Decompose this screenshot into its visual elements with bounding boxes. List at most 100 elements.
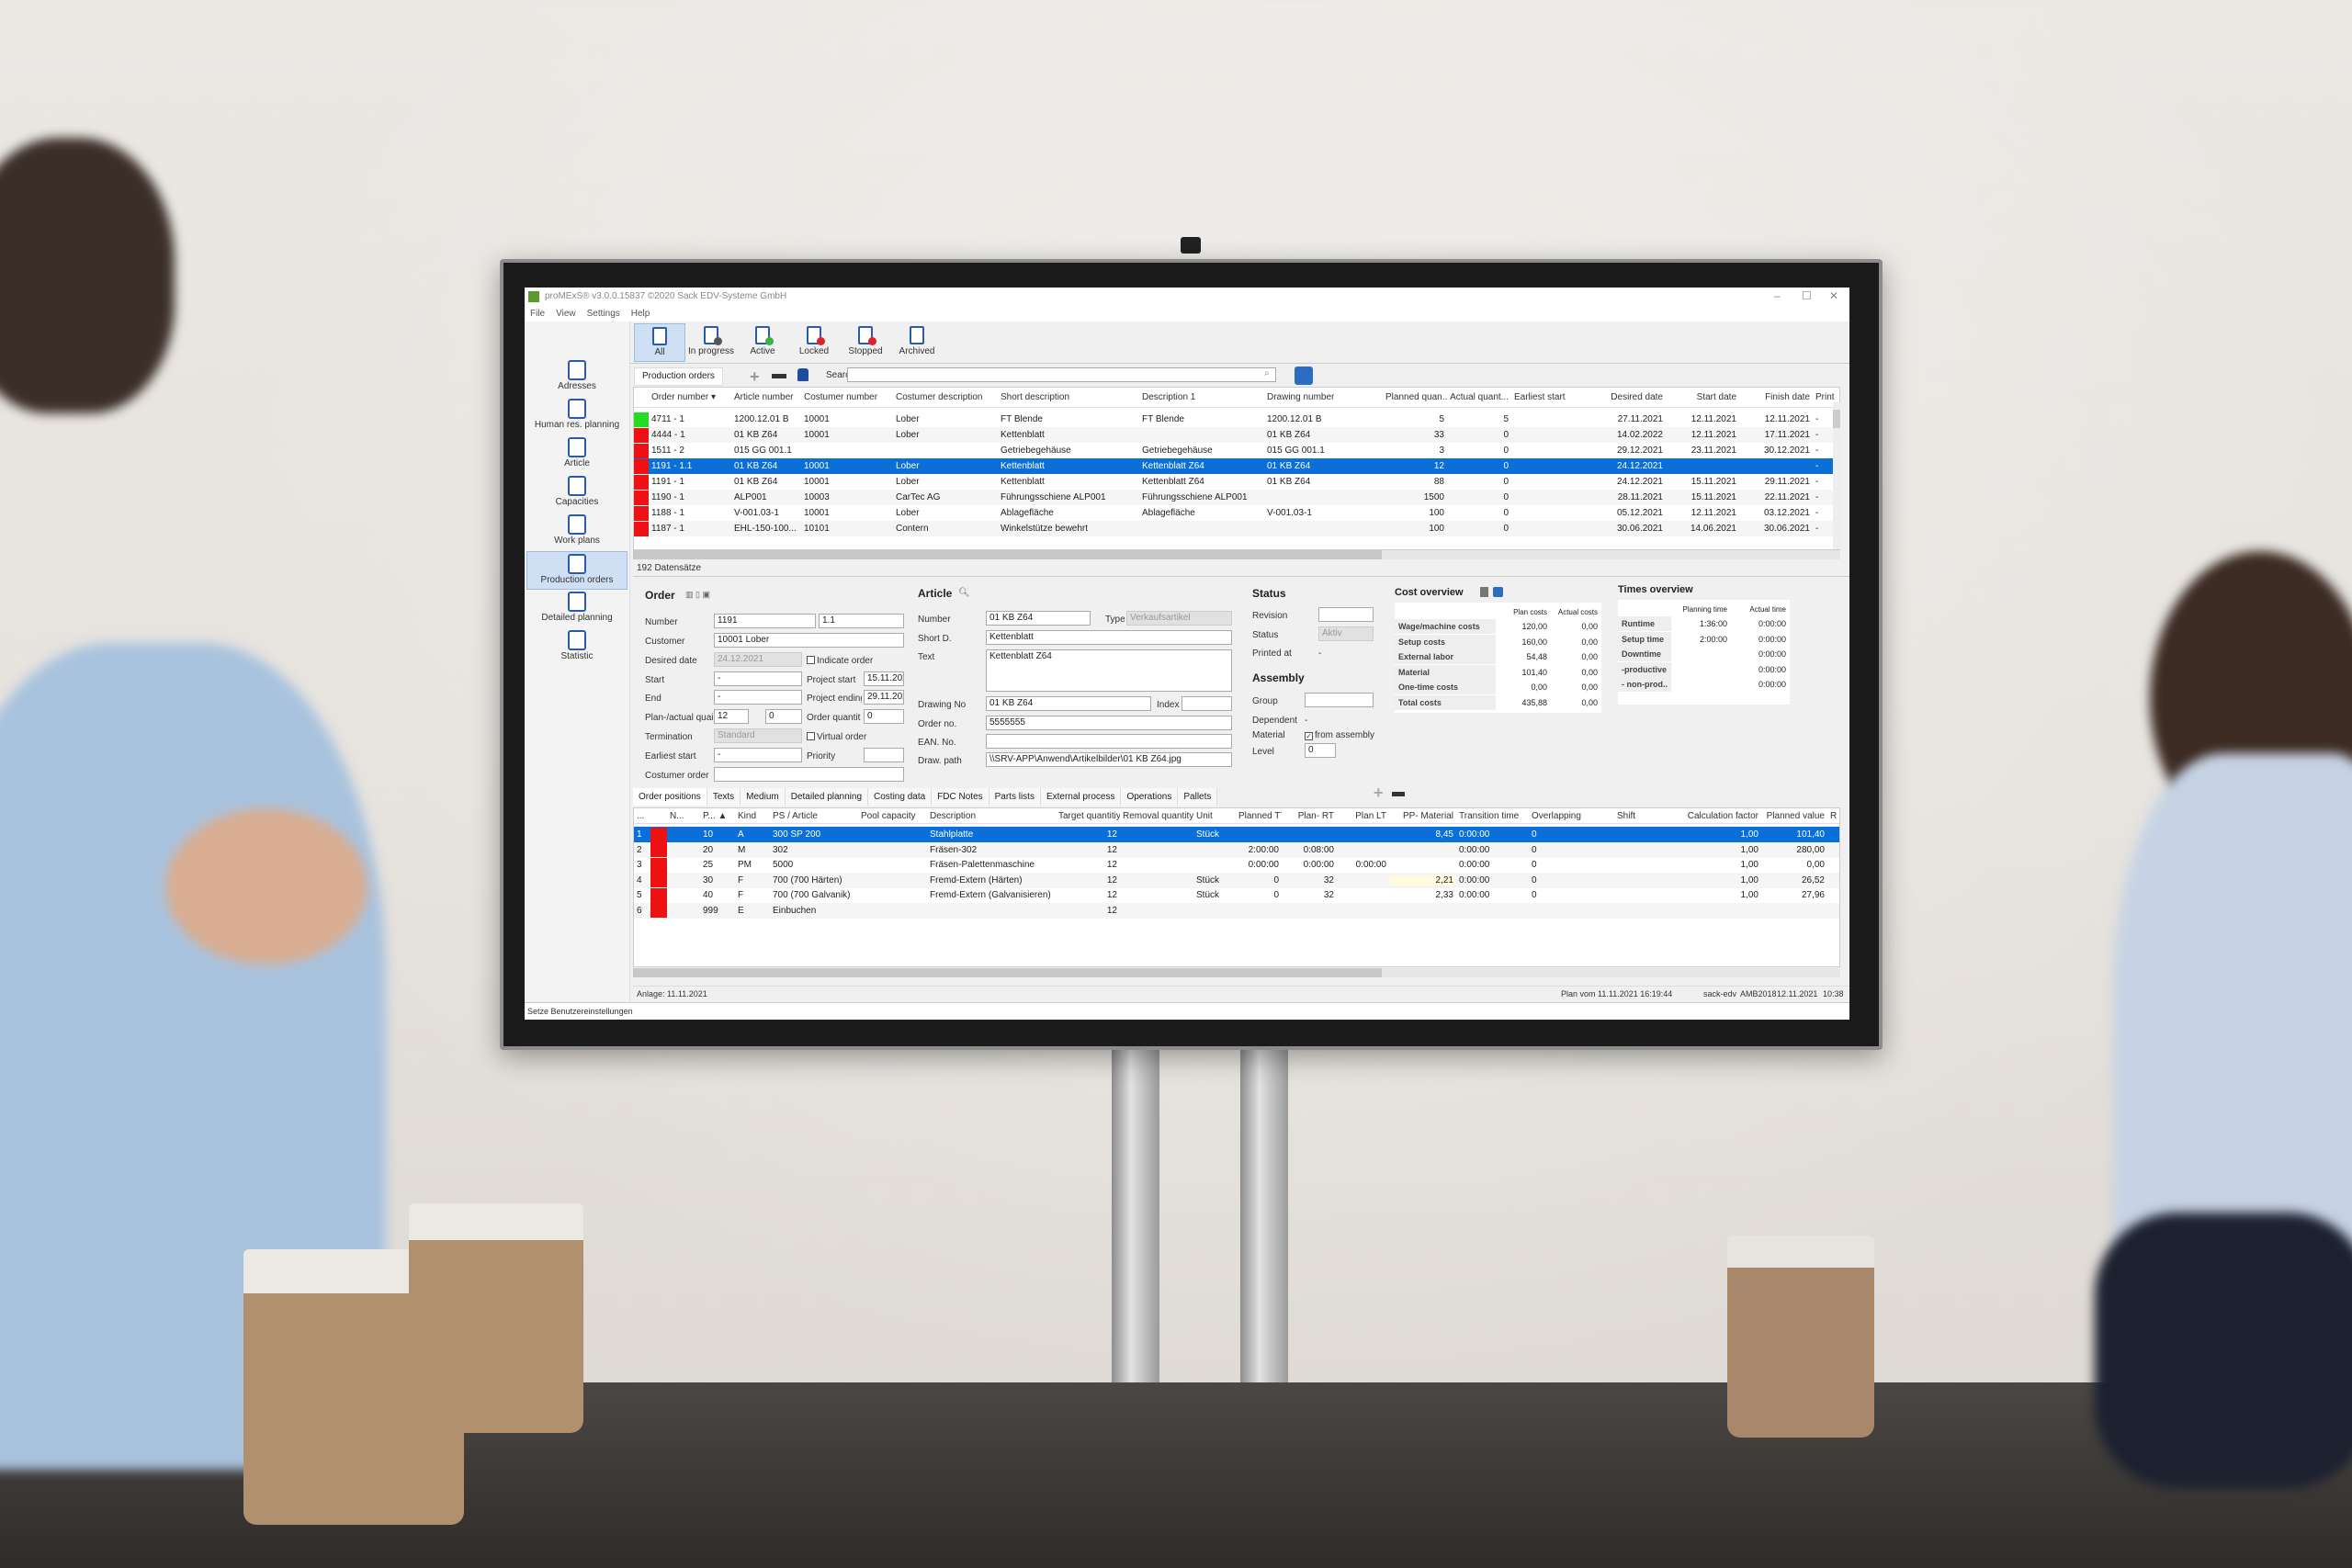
orders-horizontal-scrollbar[interactable] <box>633 550 1840 559</box>
draw-path-field[interactable]: \\SRV-APP\Anwend\Artikelbilder\01 KB Z64… <box>986 752 1232 767</box>
column-header[interactable]: Shift <box>1614 811 1669 821</box>
column-header[interactable]: Start date <box>1666 392 1739 402</box>
filter-in-progress[interactable]: In progress <box>685 323 737 362</box>
customer-field[interactable]: 10001 Lober <box>714 633 904 648</box>
plan-quantity-field[interactable]: 12 <box>714 709 749 724</box>
column-header[interactable]: Costumer number <box>801 392 893 402</box>
table-row[interactable]: 1190 - 1 ALP001 10003 CarTec AG Führungsschi… <box>634 490 1834 505</box>
column-header[interactable]: N... <box>667 811 700 821</box>
maximize-button[interactable]: ☐ <box>1802 289 1812 302</box>
filter-archived[interactable]: Archived <box>891 323 943 362</box>
table-row[interactable]: 1191 - 1.1 01 KB Z64 10001 Lober Kettenblatt… <box>634 458 1834 474</box>
status-select[interactable]: Aktiv <box>1318 626 1374 641</box>
table-row[interactable]: 1188 - 1 V-001.03-1 10001 Lober Ablagefläche… <box>634 505 1834 521</box>
menu-help[interactable]: Help <box>631 309 650 319</box>
column-header[interactable]: Article number <box>731 392 801 402</box>
tab-fdc-notes[interactable]: FDC Notes <box>932 788 989 806</box>
tab-order-positions[interactable]: Order positions <box>633 788 707 806</box>
sidebar-item-adresses[interactable]: Adresses <box>526 358 628 397</box>
column-header[interactable]: Planned value <box>1761 811 1827 821</box>
column-header[interactable]: Plan LT <box>1337 811 1389 821</box>
group-field[interactable] <box>1305 693 1374 707</box>
column-header[interactable]: Pool capacity <box>858 811 927 821</box>
article-number-field[interactable]: 01 KB Z64 <box>986 611 1091 626</box>
column-header[interactable]: Planned quan... <box>1383 392 1447 402</box>
table-row[interactable]: 1 10 A 300 SP 200 Stahlplatte 12 Stück 8,45 0:00… <box>634 827 1839 842</box>
calculator-icon[interactable] <box>1480 587 1488 597</box>
minimize-button[interactable]: – <box>1774 289 1781 302</box>
virtual-order-checkbox[interactable]: Virtual order <box>807 732 866 742</box>
table-row[interactable]: 4 30 F 700 (700 Härten) Fremd-Extern (Härten… <box>634 872 1839 888</box>
menu-view[interactable]: View <box>556 309 576 319</box>
order-quantity-field[interactable]: 0 <box>864 709 904 724</box>
short-description-field[interactable]: Kettenblatt <box>986 630 1232 645</box>
order-no-field[interactable]: 5555555 <box>986 716 1232 730</box>
column-header[interactable]: Calculation factor <box>1669 811 1761 821</box>
column-header[interactable]: Description 1 <box>1139 392 1264 402</box>
text-area[interactable]: Kettenblatt Z64 <box>986 649 1232 692</box>
column-header[interactable]: P... ▲ <box>700 811 735 821</box>
index-field[interactable] <box>1182 696 1232 711</box>
column-header[interactable]: Actual quant... <box>1447 392 1511 402</box>
column-header[interactable]: Costumer description <box>893 392 998 402</box>
print-icon[interactable] <box>1493 587 1503 597</box>
revision-field[interactable] <box>1318 607 1374 622</box>
table-row[interactable]: 5 40 F 700 (700 Galvanik) Fremd-Extern (Galv… <box>634 887 1839 903</box>
column-header[interactable]: Planned TT <box>1236 811 1282 821</box>
tab-costing-data[interactable]: Costing data <box>868 788 933 806</box>
actual-quantity-field[interactable]: 0 <box>765 709 802 724</box>
table-row[interactable]: 1187 - 1 EHL-150-100... 10101 Contern Winkel… <box>634 521 1834 536</box>
ean-field[interactable] <box>986 734 1232 749</box>
article-lookup-icon[interactable]: 🔍︎ <box>958 588 970 598</box>
column-header[interactable]: PS / Article <box>770 811 858 821</box>
positions-horizontal-scrollbar[interactable] <box>633 968 1840 977</box>
project-ending-field[interactable]: 29.11.202 <box>864 690 904 705</box>
sidebar-item-production-orders[interactable]: Production orders <box>526 551 628 590</box>
column-header[interactable]: Earliest start <box>1511 392 1583 402</box>
close-button[interactable]: ✕ <box>1829 289 1838 302</box>
customer-order-field[interactable] <box>714 767 904 782</box>
table-row[interactable]: 4711 - 1 1200.12.01 B 10001 Lober FT Blende F… <box>634 412 1834 427</box>
filter-all[interactable]: All <box>634 323 685 362</box>
column-header[interactable]: Desired date <box>1583 392 1666 402</box>
end-field[interactable]: - <box>714 690 802 705</box>
search-input[interactable] <box>847 367 1276 382</box>
from-assembly-checkbox[interactable]: ✓ from assembly <box>1305 730 1374 740</box>
lock-icon[interactable] <box>797 368 808 381</box>
earliest-start-field[interactable]: - <box>714 748 802 762</box>
column-header[interactable]: Drawing number <box>1264 392 1383 402</box>
table-row[interactable]: 3 25 PM 5000 Fräsen-Palettenmaschine 12 0:00:0… <box>634 857 1839 873</box>
remove-icon[interactable] <box>772 374 786 378</box>
column-header[interactable]: Unit <box>1193 811 1236 821</box>
print-icon[interactable] <box>1295 367 1313 385</box>
column-header[interactable]: R <box>1827 811 1840 821</box>
menu-settings[interactable]: Settings <box>587 309 620 319</box>
tab-external-process[interactable]: External process <box>1040 788 1122 806</box>
order-subnumber-field[interactable]: 1.1 <box>819 614 904 628</box>
type-select[interactable]: Verkaufsartikel <box>1126 611 1232 626</box>
column-header[interactable]: Description <box>927 811 1056 821</box>
priority-field[interactable] <box>864 748 904 762</box>
table-row[interactable]: 6 999 E Einbuchen 12 <box>634 902 1839 919</box>
column-header[interactable]: Target quantitiy <box>1056 811 1120 821</box>
sidebar-item-statistic[interactable]: Statistic <box>526 628 628 667</box>
filter-stopped[interactable]: Stopped <box>840 323 891 362</box>
tab-pallets[interactable]: Pallets <box>1178 788 1218 806</box>
tab-production-orders[interactable]: Production orders <box>634 367 723 386</box>
column-header[interactable]: Transition time <box>1456 811 1529 821</box>
column-header[interactable]: ... <box>634 811 650 821</box>
table-row[interactable]: 4444 - 1 01 KB Z64 10001 Lober Kettenblatt 01… <box>634 427 1834 443</box>
indicate-order-checkbox[interactable]: Indicate order <box>807 656 873 666</box>
column-header[interactable]: Short description <box>998 392 1139 402</box>
menu-file[interactable]: File <box>530 309 545 319</box>
filter-active[interactable]: Active <box>737 323 788 362</box>
termination-select[interactable]: Standard <box>714 728 802 743</box>
sidebar-item-article[interactable]: Article <box>526 435 628 474</box>
sidebar-item-human-res-planning[interactable]: Human res. planning <box>526 397 628 435</box>
desired-date-field[interactable]: 24.12.2021 <box>714 652 802 667</box>
project-start-field[interactable]: 15.11.202 <box>864 671 904 686</box>
column-header[interactable]: Kind <box>735 811 770 821</box>
column-header[interactable]: Overlapping <box>1529 811 1614 821</box>
tab-texts[interactable]: Texts <box>707 788 741 806</box>
column-header[interactable]: Order number ▾ <box>649 392 731 402</box>
